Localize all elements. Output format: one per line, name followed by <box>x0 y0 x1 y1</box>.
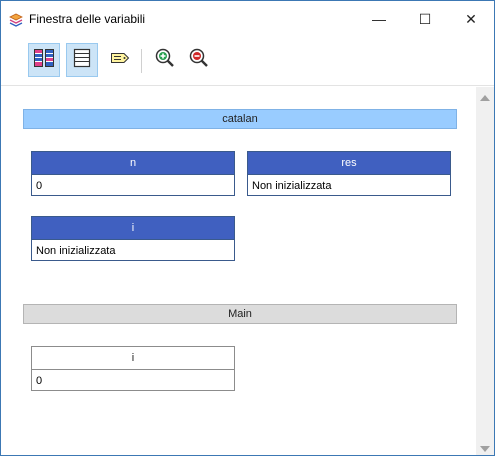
vertical-scrollbar[interactable] <box>476 87 494 455</box>
variable-n: n 0 <box>31 151 235 196</box>
window-title: Finestra delle variabili <box>29 12 146 26</box>
minimize-icon: — <box>372 11 386 27</box>
variable-name: i <box>32 347 234 370</box>
close-icon: ✕ <box>465 10 477 27</box>
zoom-out-icon <box>188 47 210 74</box>
frame-header-main[interactable]: Main <box>23 304 457 324</box>
split-view-button[interactable] <box>28 43 60 77</box>
frame-name: Main <box>228 308 252 320</box>
list-view-icon <box>71 47 93 74</box>
tag-button[interactable] <box>104 43 136 77</box>
zoom-out-button[interactable] <box>183 43 215 77</box>
zoom-in-button[interactable] <box>149 43 181 77</box>
variables-panel: catalan n 0 res Non inizializzata i Non … <box>1 87 476 455</box>
variable-value: 0 <box>36 374 43 387</box>
variables-window: Finestra delle variabili — ☐ ✕ catalan n… <box>0 0 495 456</box>
triangle-down-icon <box>480 440 490 458</box>
maximize-icon: ☐ <box>418 10 432 27</box>
variable-name: n <box>32 152 234 174</box>
tag-icon <box>109 47 131 74</box>
variable-value: 0 <box>32 174 234 196</box>
toolbar <box>1 39 494 83</box>
frame-header-catalan[interactable]: catalan <box>23 109 457 129</box>
scroll-up-button[interactable] <box>476 89 494 106</box>
triangle-up-icon <box>480 89 490 107</box>
variable-name: i <box>32 217 234 239</box>
maximize-button[interactable]: ☐ <box>402 1 448 37</box>
list-view-button[interactable] <box>66 43 98 77</box>
title-bar[interactable]: Finestra delle variabili — ☐ ✕ <box>1 1 494 39</box>
toolbar-separator <box>141 49 142 73</box>
minimize-button[interactable]: — <box>356 1 402 37</box>
app-logo-icon <box>9 13 23 27</box>
zoom-in-icon <box>154 47 176 74</box>
scroll-down-button[interactable] <box>476 440 494 457</box>
variable-value: Non inizializzata <box>248 174 450 196</box>
split-view-icon <box>33 47 55 74</box>
variable-value: Non inizializzata <box>32 239 234 261</box>
frame-name: catalan <box>222 113 258 125</box>
variable-i: i Non inizializzata <box>31 216 235 261</box>
toolbar-divider <box>1 85 494 86</box>
variable-i-main: i 0 <box>31 346 235 391</box>
close-button[interactable]: ✕ <box>448 1 494 37</box>
variable-res: res Non inizializzata <box>247 151 451 196</box>
variable-name: res <box>248 152 450 174</box>
